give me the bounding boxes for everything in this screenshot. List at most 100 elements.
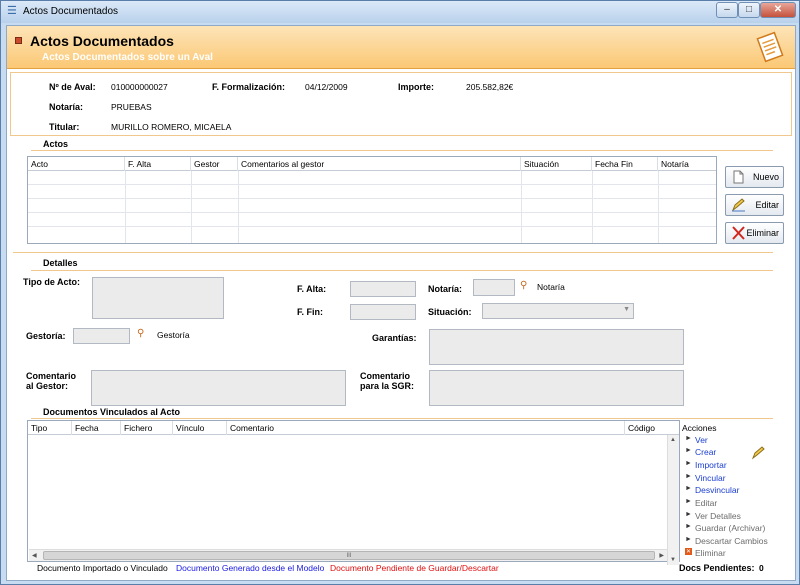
eliminar-button-label: Eliminar	[746, 228, 779, 238]
arrow-icon: ►	[685, 460, 692, 467]
col-gestor[interactable]: Gestor	[191, 157, 238, 171]
garantias-field[interactable]	[429, 329, 684, 365]
actos-group-title: Actos	[43, 139, 69, 149]
titular-value: MURILLO ROMERO, MICAELA	[111, 122, 232, 132]
gestoria-code-field[interactable]	[73, 328, 130, 344]
accion-crear-label: Crear	[695, 447, 717, 457]
gestoria-search-icon[interactable]: ⚲	[137, 328, 144, 339]
col-tipo[interactable]: Tipo	[28, 421, 72, 435]
minimize-button[interactable]: –	[716, 2, 738, 18]
documentos-table[interactable]: Tipo Fecha Fichero Vínculo Comentario Có…	[27, 420, 680, 565]
window-title: Actos Documentados	[23, 6, 119, 17]
comentario-sgr-label-line1: Comentario	[360, 371, 411, 381]
horizontal-scrollbar[interactable]: ◀ III ▶	[29, 549, 667, 561]
comentario-gestor-label-line2: al Gestor:	[26, 381, 69, 391]
detalle-notaria-label: Notaría:	[428, 284, 463, 294]
table-row[interactable]	[28, 227, 716, 241]
title-bar[interactable]: ☰ Actos Documentados – □ ✕	[1, 1, 799, 23]
accion-ver[interactable]: ► Ver	[685, 435, 708, 445]
row-separator	[521, 171, 522, 243]
scroll-down-icon[interactable]: ▼	[670, 557, 676, 563]
application-window: ☰ Actos Documentados – □ ✕ Actos Documen…	[0, 0, 800, 585]
row-separator	[125, 171, 126, 243]
tipo-acto-field[interactable]	[92, 277, 224, 319]
table-row[interactable]	[28, 171, 716, 185]
actos-table-header: Acto F. Alta Gestor Comentarios al gesto…	[28, 157, 716, 171]
documentos-table-header: Tipo Fecha Fichero Vínculo Comentario Có…	[28, 421, 679, 435]
eliminar-button[interactable]: Eliminar	[725, 222, 784, 244]
row-separator	[191, 171, 192, 243]
notaria-value: PRUEBAS	[111, 102, 152, 112]
nuevo-button[interactable]: Nuevo	[725, 166, 784, 188]
situacion-label: Situación:	[428, 307, 472, 317]
accion-vincular[interactable]: ► Vincular	[685, 473, 726, 483]
accion-descartar[interactable]: ► Descartar Cambios	[685, 536, 768, 546]
maximize-button[interactable]: □	[738, 2, 760, 18]
editar-button-label: Editar	[755, 200, 779, 210]
falta-field[interactable]	[350, 281, 416, 297]
accion-importar[interactable]: ► Importar	[685, 460, 727, 470]
aval-number-label: Nº de Aval:	[49, 82, 96, 92]
detalles-group-title: Detalles	[43, 258, 78, 268]
arrow-icon: ►	[685, 473, 692, 480]
col-fecha[interactable]: Fecha	[72, 421, 121, 435]
scroll-right-icon[interactable]: ▶	[659, 552, 664, 559]
actos-table[interactable]: Acto F. Alta Gestor Comentarios al gesto…	[27, 156, 717, 244]
col-vinculo[interactable]: Vínculo	[173, 421, 227, 435]
accion-eliminar[interactable]: ✕ Eliminar	[685, 548, 726, 558]
header-banner: Actos Documentados Actos Documentados so…	[7, 26, 795, 69]
table-row[interactable]	[28, 185, 716, 199]
legend-pendiente: Documento Pendiente de Guardar/Descartar	[330, 563, 499, 573]
arrow-icon: ►	[685, 435, 692, 442]
garantias-label: Garantías:	[372, 333, 417, 343]
delete-x-icon	[732, 226, 745, 240]
legend-generado: Documento Generado desde el Modelo	[176, 563, 325, 573]
table-row[interactable]	[28, 199, 716, 213]
notaria-search-icon[interactable]: ⚲	[520, 280, 527, 291]
col-falta[interactable]: F. Alta	[125, 157, 191, 171]
accion-crear[interactable]: ► Crear	[685, 447, 717, 457]
accion-editar-label: Editar	[695, 498, 718, 508]
notaria-code-field[interactable]	[473, 279, 515, 296]
actos-bottom-divider	[13, 252, 773, 253]
scroll-up-icon[interactable]: ▲	[670, 437, 676, 443]
close-button[interactable]: ✕	[760, 2, 796, 18]
col-notaria[interactable]: Notaría	[658, 157, 716, 171]
col-fecha-fin[interactable]: Fecha Fin	[592, 157, 658, 171]
documentos-group-title: Documentos Vinculados al Acto	[43, 407, 181, 417]
editar-button[interactable]: Editar	[725, 194, 784, 216]
accion-descartar-label: Descartar Cambios	[695, 536, 768, 546]
docs-pendientes-label: Docs Pendientes:	[679, 563, 755, 573]
table-row[interactable]	[28, 213, 716, 227]
titular-label: Titular:	[49, 122, 80, 132]
col-comentarios[interactable]: Comentarios al gestor	[238, 157, 521, 171]
comentario-sgr-label-line2: para la SGR:	[360, 381, 415, 391]
notaria-link[interactable]: Notaría	[537, 282, 565, 292]
comentario-sgr-field[interactable]	[429, 370, 684, 406]
edit-pencil-icon	[731, 198, 745, 212]
comentario-gestor-label-line1: Comentario	[26, 371, 77, 381]
situacion-select[interactable]: ▼	[482, 303, 634, 319]
col-comentario[interactable]: Comentario	[227, 421, 625, 435]
scroll-thumb[interactable]: III	[43, 551, 655, 560]
scroll-left-icon[interactable]: ◀	[32, 552, 37, 559]
accion-ver-detalles[interactable]: ► Ver Detalles	[685, 511, 741, 521]
importe-label: Importe:	[398, 82, 434, 92]
chevron-down-icon: ▼	[623, 306, 630, 313]
accion-editar[interactable]: ► Editar	[685, 498, 718, 508]
row-separator	[592, 171, 593, 243]
comentario-gestor-field[interactable]	[91, 370, 346, 406]
col-acto[interactable]: Acto	[28, 157, 125, 171]
accion-guardar[interactable]: ► Guardar (Archivar)	[685, 523, 765, 533]
col-fichero[interactable]: Fichero	[121, 421, 173, 435]
document-icon	[756, 31, 784, 63]
acciones-title: Acciones	[682, 423, 717, 433]
gestoria-link[interactable]: Gestoría	[157, 330, 190, 340]
col-codigo[interactable]: Código	[625, 421, 667, 435]
col-situacion[interactable]: Situación	[521, 157, 592, 171]
vertical-scrollbar[interactable]: ▲ ▼	[667, 435, 679, 565]
accion-eliminar-label: Eliminar	[695, 548, 726, 558]
accion-desvincular[interactable]: ► Desvincular	[685, 485, 739, 495]
ffin-field[interactable]	[350, 304, 416, 320]
page-subtitle: Actos Documentados sobre un Aval	[42, 52, 213, 63]
